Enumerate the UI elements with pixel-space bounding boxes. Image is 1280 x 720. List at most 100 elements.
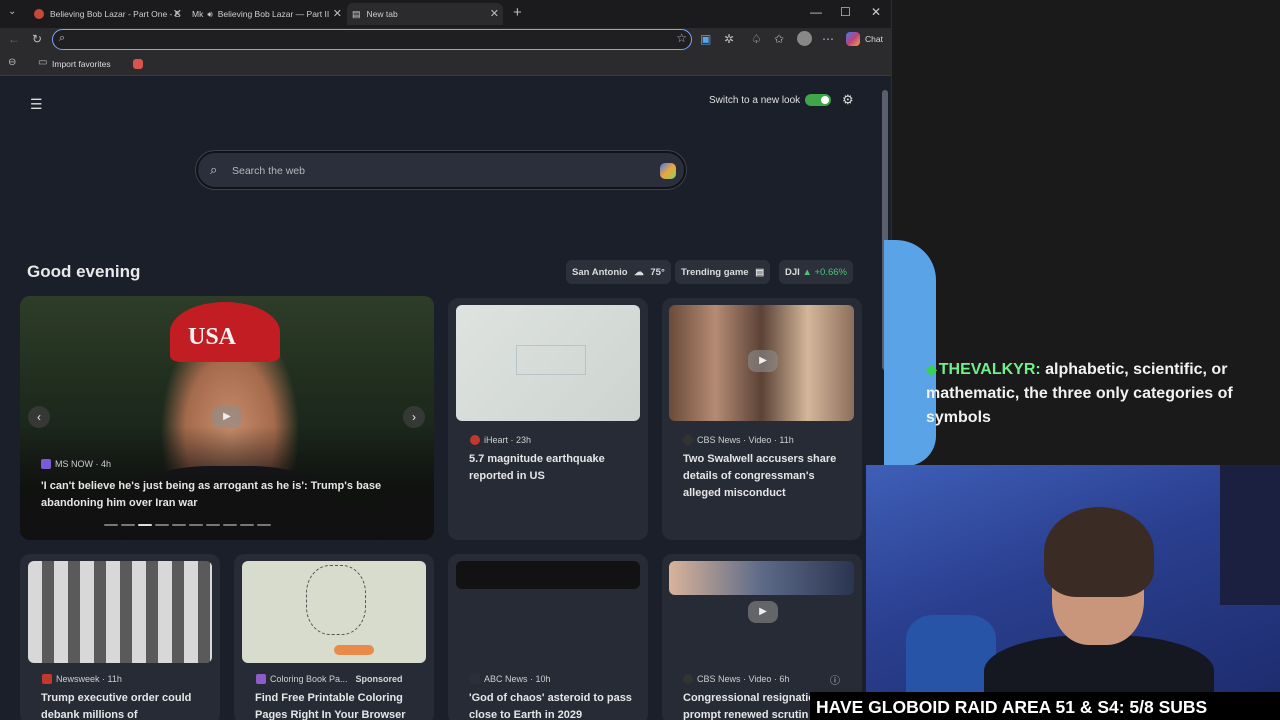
hero-title[interactable]: 'I can't believe he's just being as arro…	[41, 478, 421, 512]
carousel-dot[interactable]	[257, 524, 271, 526]
web-search-box[interactable]: ⌕ Search the web	[196, 151, 686, 189]
tab-label: Believing Bob Lazar - Part One - E	[50, 9, 181, 19]
card-source-name: CBS News · Video	[697, 435, 772, 445]
coloring-thumbnail	[242, 561, 426, 663]
card-age: 11h	[107, 674, 122, 684]
webcam-feed	[866, 465, 1280, 695]
carousel-dot[interactable]	[223, 524, 237, 526]
carousel-dot[interactable]	[155, 524, 169, 526]
card-source-name: Newsweek	[56, 674, 100, 684]
carousel-dot[interactable]	[138, 524, 152, 526]
weather-temp: 75°	[650, 267, 665, 278]
weather-icon: ☁	[634, 267, 644, 278]
tab-label: New tab	[366, 9, 398, 19]
favorite-star-icon[interactable]: ☆	[676, 31, 687, 45]
tab-believing-part-two[interactable]: Mk 🔊︎ Believing Bob Lazar — Part II ✕	[192, 3, 342, 25]
favorites-icon[interactable]: ✩	[774, 32, 784, 46]
hero-source: MS NOW · 4h	[41, 459, 111, 469]
hero-news-card[interactable]: USA ‹ › ▶ MS NOW · 4h 'I can't believe h…	[20, 296, 434, 540]
tab-close-icon[interactable]: ✕	[173, 7, 182, 20]
favorite-site-icon[interactable]	[133, 59, 143, 69]
stock-symbol: DJI	[785, 267, 800, 278]
stream-banner: HAVE GLOBOID RAID AREA 51 & S4: 5/8 SUBS	[810, 692, 1280, 720]
more-menu-icon[interactable]: ⋯	[822, 32, 834, 46]
chat-button[interactable]: Chat	[865, 34, 883, 44]
tab-label: Believing Bob Lazar — Part II	[217, 9, 330, 19]
carousel-dot[interactable]	[121, 524, 135, 526]
card-source: ABC News · 10h	[470, 674, 551, 684]
carousel-dot[interactable]	[104, 524, 118, 526]
address-bar[interactable]: ⌕ ☆	[52, 29, 692, 50]
source-logo-icon	[42, 674, 52, 684]
stock-change: +0.66%	[814, 267, 847, 278]
weather-pill[interactable]: San Antonio ☁ 75°	[566, 260, 671, 284]
performance-icon[interactable]: ♤	[751, 32, 762, 46]
speaker-icon[interactable]: 🔊︎	[207, 9, 212, 20]
chat-username: THEVALKYR	[938, 361, 1036, 378]
switch-new-look-label: Switch to a new look	[709, 95, 801, 106]
help-icon[interactable]: ⓘ	[830, 672, 840, 687]
card-source: Coloring Book Pa... Sponsored	[256, 674, 403, 684]
refresh-icon[interactable]: ↻	[32, 32, 42, 46]
close-window-button[interactable]: ✕	[871, 5, 881, 19]
profile-avatar[interactable]	[797, 31, 812, 46]
card-title[interactable]: 'God of chaos' asteroid to pass close to…	[469, 690, 639, 720]
tab-close-icon[interactable]: ✕	[490, 7, 499, 20]
new-tab-page-icon: ▤	[352, 8, 361, 19]
card-age: 11h	[779, 435, 794, 445]
copilot-icon[interactable]	[846, 32, 860, 46]
back-arrow-icon[interactable]: ←	[8, 32, 20, 46]
new-tab-button[interactable]: +	[513, 4, 522, 21]
extension-briefcase-icon[interactable]: ▣	[700, 32, 711, 46]
tab-list-chevron-icon[interactable]: ⌄	[8, 6, 16, 17]
tab-believing-part-one[interactable]: Believing Bob Lazar - Part One - E ✕	[30, 3, 182, 25]
news-card[interactable]: ABC News · 10h 'God of chaos' asteroid t…	[448, 554, 648, 720]
news-card[interactable]: Coloring Book Pa... Sponsored Find Free …	[234, 554, 434, 720]
card-title[interactable]: 5.7 magnitude earthquake reported in US	[469, 451, 639, 485]
new-look-toggle[interactable]	[805, 94, 831, 106]
minimize-button[interactable]: —	[810, 5, 822, 19]
settings-gear-icon[interactable]: ⚙	[842, 92, 854, 108]
import-folder-icon: ▭	[38, 57, 48, 68]
news-card[interactable]: ▶ CBS News · Video · 11h Two Swalwell ac…	[662, 298, 862, 540]
stock-pill[interactable]: DJI ▲ +0.66%	[779, 260, 853, 284]
card-title[interactable]: Trump executive order could debank milli…	[41, 690, 216, 720]
import-favorites-link[interactable]: Import favorites	[52, 59, 111, 69]
source-logo-icon	[683, 674, 693, 684]
extensions-puzzle-icon[interactable]: ✲	[724, 32, 734, 46]
play-icon[interactable]: ▶	[212, 406, 242, 428]
card-title[interactable]: Find Free Printable Coloring Pages Right…	[255, 690, 425, 720]
carousel-next-button[interactable]: ›	[403, 406, 425, 428]
navigation-toolbar: ← ↻ ⌕ ☆ ▣ ✲ ♤ ✩ ⋯ Chat	[0, 28, 891, 52]
carousel-dot[interactable]	[172, 524, 186, 526]
maximize-button[interactable]: ☐	[840, 5, 851, 19]
carousel-dot[interactable]	[189, 524, 203, 526]
sidebar-toggle-icon[interactable]: ⊖	[8, 57, 16, 68]
source-logo-icon	[470, 674, 480, 684]
play-icon[interactable]: ▶	[748, 350, 778, 372]
copilot-icon[interactable]	[660, 163, 676, 179]
search-placeholder: Search the web	[232, 165, 305, 177]
map-thumbnail	[456, 305, 640, 421]
card-source: CBS News · Video · 11h	[683, 435, 794, 445]
news-card[interactable]: iHeart · 23h 5.7 magnitude earthquake re…	[448, 298, 648, 540]
carousel-dot[interactable]	[240, 524, 254, 526]
card-source: iHeart · 23h	[470, 435, 531, 445]
trending-pill[interactable]: Trending game ▤	[675, 260, 771, 284]
weather-city: San Antonio	[572, 267, 628, 278]
source-logo-icon	[41, 459, 51, 469]
video-thumbnail	[669, 561, 854, 595]
stock-up-icon: ▲	[802, 267, 815, 278]
news-card[interactable]: Newsweek · 11h Trump executive order cou…	[20, 554, 220, 720]
hero-source-name: MS NOW	[55, 459, 93, 469]
search-icon: ⌕	[59, 32, 66, 44]
carousel-dot[interactable]	[206, 524, 220, 526]
card-title[interactable]: Two Swalwell accusers share details of c…	[683, 451, 853, 502]
menu-icon[interactable]: ☰	[30, 96, 43, 113]
play-icon[interactable]: ▶	[748, 601, 778, 623]
tab-new-tab[interactable]: ▤ New tab ✕	[347, 3, 503, 25]
tab-close-icon[interactable]: ✕	[333, 7, 342, 20]
card-age: 10h	[535, 674, 551, 684]
overlay-blue-shape	[884, 240, 936, 466]
carousel-prev-button[interactable]: ‹	[28, 406, 50, 428]
